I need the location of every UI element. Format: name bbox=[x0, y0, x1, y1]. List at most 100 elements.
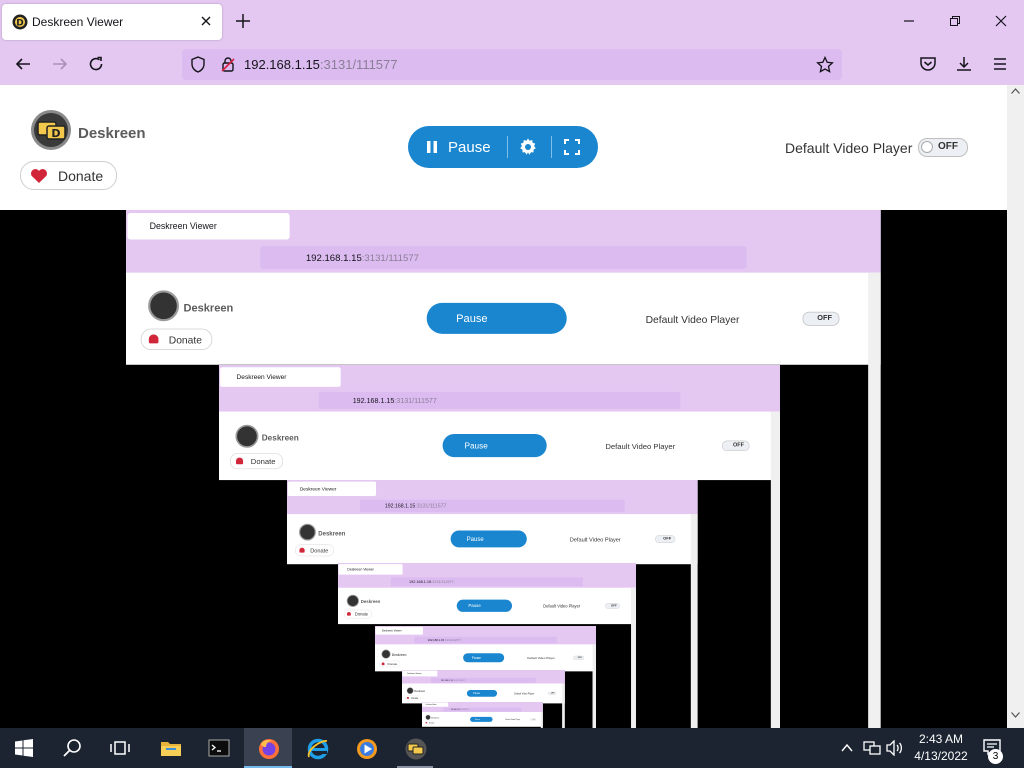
nested-heart-icon bbox=[381, 662, 385, 666]
nested-deskreen-logo-icon bbox=[299, 523, 316, 541]
nested-video-player-toggle: OFF bbox=[802, 311, 840, 326]
nested-scrollbar bbox=[631, 587, 636, 728]
nested-pause-label: Pause bbox=[471, 656, 481, 660]
browser-tab[interactable]: D Deskreen Viewer bbox=[2, 4, 222, 40]
task-view-icon bbox=[110, 738, 130, 758]
nested-tab-title: Deskreen Viewer bbox=[407, 672, 422, 675]
restore-icon[interactable] bbox=[948, 14, 962, 28]
nested-donate-button: Donate bbox=[343, 609, 373, 619]
search-button[interactable] bbox=[48, 728, 96, 768]
bookmark-star-icon[interactable] bbox=[816, 56, 834, 74]
firefox-icon bbox=[258, 738, 280, 760]
nested-pause-label: Pause bbox=[456, 312, 488, 325]
url-text[interactable]: 192.168.1.15:3131/111577 bbox=[244, 57, 398, 72]
nested-brand-name: Deskreen bbox=[360, 599, 381, 605]
fullscreen-icon[interactable] bbox=[563, 138, 581, 156]
hamburger-menu-icon[interactable] bbox=[991, 55, 1009, 73]
nested-deskreen-logo-icon bbox=[346, 594, 359, 607]
chevron-up-icon[interactable] bbox=[840, 741, 854, 755]
forward-arrow-icon[interactable] bbox=[51, 55, 69, 73]
nested-donate-label: Donate bbox=[168, 333, 203, 346]
close-tab-icon[interactable] bbox=[200, 15, 212, 27]
clock-date[interactable]: 4/13/2022 bbox=[911, 749, 971, 763]
back-arrow-icon[interactable] bbox=[14, 55, 32, 73]
nested-donate-button: Donate bbox=[140, 328, 213, 351]
nested-url-path: :3131/111577 bbox=[459, 708, 469, 711]
nested-address-bar: 192.168.1.15:3131/111577 bbox=[443, 707, 522, 712]
nested-url-text: 192.168.1.15:3131/111577 bbox=[440, 679, 466, 682]
nested-browser-chrome: Deskreen Viewer 192.168.1.15:3131/111577 bbox=[422, 702, 543, 713]
nested-screen-copy: Deskreen Viewer 192.168.1.15:3131/111577 D… bbox=[422, 702, 543, 728]
clock-time[interactable]: 2:43 AM bbox=[911, 732, 971, 746]
notification-count-badge: 3 bbox=[988, 749, 1003, 764]
nested-url-text: 192.168.1.15:3131/111577 bbox=[352, 396, 437, 405]
nested-video-player-label: Default Video Player bbox=[514, 692, 535, 695]
nested-deskreen-logo-icon bbox=[235, 424, 259, 448]
nested-deskreen-logo-icon bbox=[406, 687, 414, 695]
reload-icon[interactable] bbox=[87, 55, 105, 73]
nested-url-text: 192.168.1.15:3131/111577 bbox=[450, 708, 469, 711]
gear-icon[interactable] bbox=[518, 137, 538, 157]
firefox-button[interactable] bbox=[244, 728, 292, 768]
new-tab-icon[interactable] bbox=[234, 12, 252, 30]
nested-pause-label: Pause bbox=[473, 692, 480, 695]
nested-donate-button: Donate bbox=[295, 544, 334, 557]
scroll-down-icon[interactable] bbox=[1011, 712, 1020, 718]
page-scrollbar[interactable] bbox=[1007, 85, 1024, 728]
shared-screen-video[interactable]: Deskreen Viewer 192.168.1.15:3131/111577 D… bbox=[0, 210, 1007, 728]
address-bar[interactable]: 192.168.1.15:3131/111577 bbox=[182, 49, 842, 80]
internet-explorer-icon bbox=[307, 738, 329, 760]
nested-toggle-state: OFF bbox=[817, 313, 833, 323]
control-divider bbox=[507, 136, 508, 158]
nested-pause-label: Pause bbox=[464, 441, 488, 451]
file-explorer-button[interactable] bbox=[146, 728, 194, 768]
network-icon[interactable] bbox=[863, 740, 881, 756]
nested-brand-name: Deskreen bbox=[183, 302, 234, 315]
nested-browser-chrome: Deskreen Viewer 192.168.1.15:3131/111577 bbox=[126, 210, 881, 273]
nested-toggle-state: OFF bbox=[551, 692, 555, 695]
nested-donate-button: Donate bbox=[424, 720, 436, 725]
nested-stream-controls: Pause bbox=[442, 434, 547, 458]
brand-name: Deskreen bbox=[78, 125, 146, 142]
nested-video-player-toggle: OFF bbox=[722, 440, 750, 452]
terminal-button[interactable] bbox=[194, 728, 242, 768]
nested-donate-label: Donate bbox=[250, 457, 276, 466]
nested-browser-chrome: Deskreen Viewer 192.168.1.15:3131/111577 bbox=[402, 670, 565, 684]
pause-button[interactable]: Pause bbox=[408, 126, 508, 168]
nested-brand-name: Deskreen bbox=[261, 433, 299, 443]
nested-brand-name: Deskreen bbox=[414, 689, 426, 693]
task-view-button[interactable] bbox=[96, 728, 144, 768]
nested-donate-label: Donate bbox=[310, 547, 329, 554]
deskreen-app-button[interactable] bbox=[391, 728, 439, 768]
nested-page-header: Deskreen Viewer 192.168.1.15:3131/111577 D… bbox=[402, 670, 565, 704]
internet-explorer-button[interactable] bbox=[293, 728, 341, 768]
video-player-toggle[interactable]: OFF bbox=[918, 138, 968, 157]
nested-donate-label: Donate bbox=[411, 696, 419, 700]
nested-address-bar: 192.168.1.15:3131/111577 bbox=[414, 636, 557, 644]
donate-button[interactable]: Donate bbox=[20, 161, 117, 190]
stream-controls: Pause bbox=[408, 126, 598, 168]
tab-title: Deskreen Viewer bbox=[32, 15, 124, 29]
media-player-icon bbox=[356, 738, 378, 760]
pocket-icon[interactable] bbox=[919, 55, 937, 73]
pause-label: Pause bbox=[448, 139, 491, 156]
nested-donate-label: Donate bbox=[428, 721, 435, 724]
nested-page-header: Deskreen Viewer 192.168.1.15:3131/111577 D… bbox=[338, 563, 636, 625]
nested-url-path: :3131/111577 bbox=[394, 396, 437, 405]
volume-icon[interactable] bbox=[886, 740, 904, 756]
nested-video-player-toggle: OFF bbox=[655, 535, 676, 543]
nested-toggle-state: OFF bbox=[733, 442, 744, 449]
nested-tab: Deskreen Viewer bbox=[287, 481, 377, 497]
nested-address-bar: 192.168.1.15:3131/111577 bbox=[318, 391, 681, 409]
start-button[interactable] bbox=[0, 728, 48, 768]
close-window-icon[interactable] bbox=[994, 14, 1008, 28]
nested-heart-icon bbox=[425, 721, 428, 724]
scroll-up-icon[interactable] bbox=[1011, 88, 1020, 94]
url-host: 192.168.1.15 bbox=[244, 57, 320, 72]
tracking-shield-icon[interactable] bbox=[190, 56, 206, 73]
minimize-icon[interactable] bbox=[902, 14, 916, 28]
media-player-button[interactable] bbox=[342, 728, 390, 768]
insecure-lock-icon[interactable] bbox=[220, 56, 236, 73]
nested-brand-name: Deskreen bbox=[431, 716, 440, 719]
download-icon[interactable] bbox=[955, 55, 973, 73]
